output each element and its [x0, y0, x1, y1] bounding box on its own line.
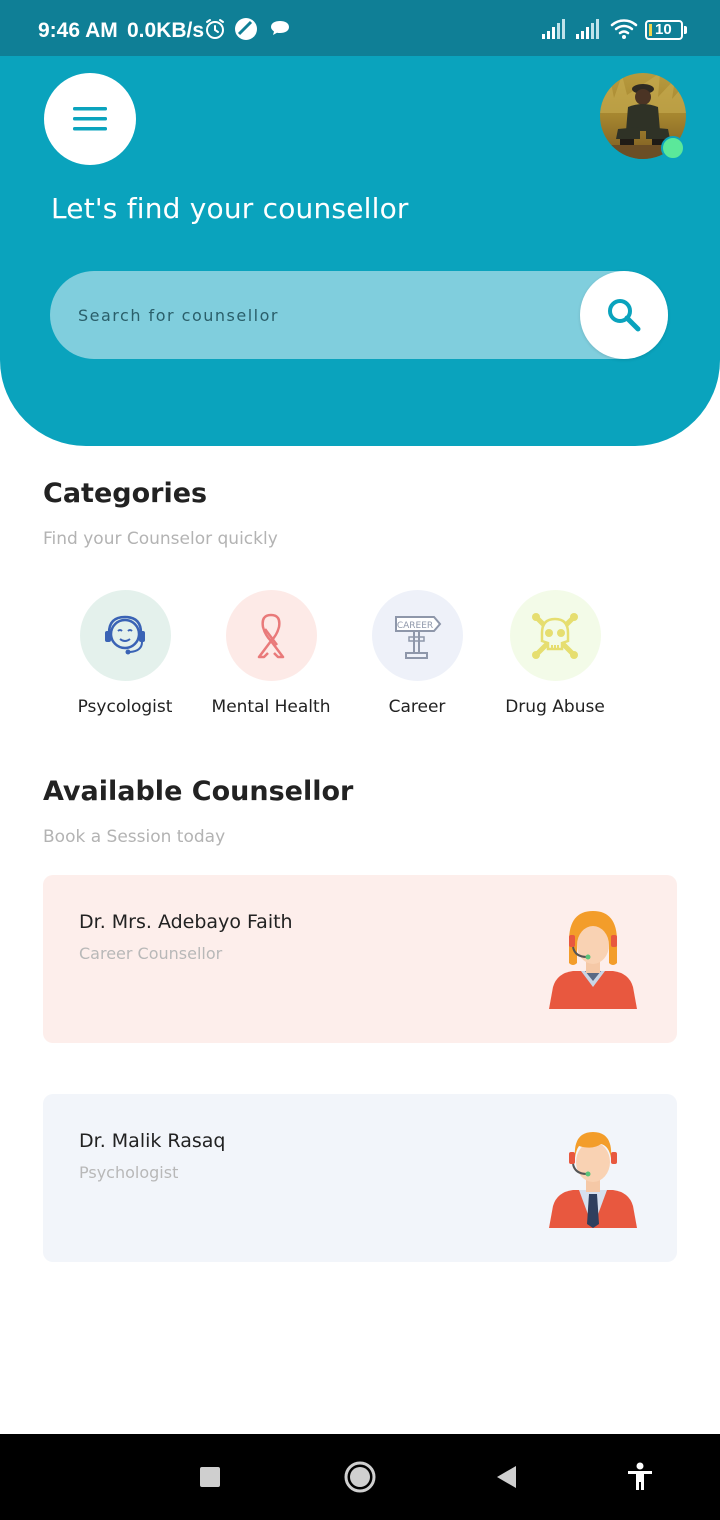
categories-subtitle: Find your Counselor quickly [43, 529, 278, 549]
male-counsellor-avatar-icon [549, 1132, 637, 1228]
alarm-icon [206, 19, 224, 39]
category-mental-health[interactable]: Mental Health [196, 590, 346, 717]
signal-icon [576, 19, 599, 39]
headset-person-icon [105, 615, 145, 654]
available-counsellor-title: Available Counsellor [43, 776, 354, 807]
circle-icon [344, 1461, 376, 1493]
system-navigation-bar [0, 1434, 720, 1520]
chat-icon [271, 21, 289, 35]
home-button[interactable] [325, 1434, 395, 1520]
status-bar: 9:46 AM 0.0KB/s 10 [0, 0, 720, 56]
battery-icon: 10 [645, 20, 687, 40]
female-counsellor-avatar-icon [549, 911, 637, 1009]
awareness-ribbon-icon [257, 613, 285, 658]
hamburger-menu-icon [73, 107, 107, 131]
signal-icon [542, 19, 565, 39]
category-circle: CAREER [371, 590, 463, 681]
category-circle [225, 590, 317, 681]
search-button[interactable] [580, 271, 668, 359]
square-icon [200, 1467, 220, 1487]
accessibility-button[interactable] [605, 1434, 675, 1520]
category-psycologist[interactable]: Psycologist [50, 590, 200, 717]
menu-button[interactable] [44, 73, 136, 165]
search-icon [608, 299, 641, 332]
search-bar [50, 271, 668, 359]
counsellor-card[interactable]: Dr. Malik Rasaq Psychologist [43, 1094, 677, 1262]
page-title: Let's find your counsellor [51, 192, 409, 225]
svg-text:CAREER: CAREER [397, 621, 433, 631]
category-label: Drug Abuse [505, 697, 605, 717]
categories-title: Categories [43, 478, 208, 509]
counsellor-role: Psychologist [79, 1163, 179, 1182]
counsellor-name: Dr. Mrs. Adebayo Faith [79, 911, 293, 933]
category-career[interactable]: CAREER Career [342, 590, 492, 717]
category-circle [79, 590, 171, 681]
battery-level: 10 [655, 21, 672, 38]
category-label: Psycologist [77, 697, 173, 717]
category-label: Mental Health [211, 697, 331, 717]
edge-icon [235, 18, 257, 40]
category-drug-abuse[interactable]: Drug Abuse [480, 590, 630, 717]
category-label: Career [388, 697, 446, 717]
status-speed: 0.0KB/s [127, 19, 205, 42]
search-input[interactable] [78, 271, 558, 359]
skull-crossbones-icon [532, 612, 578, 659]
category-circle [509, 590, 601, 681]
back-triangle-icon [497, 1466, 516, 1488]
counsellor-role: Career Counsellor [79, 944, 223, 963]
accessibility-icon [628, 1462, 652, 1490]
back-button[interactable] [471, 1434, 541, 1520]
wifi-icon [610, 19, 638, 39]
counsellor-name: Dr. Malik Rasaq [79, 1130, 226, 1152]
status-time: 9:46 AM [38, 19, 118, 42]
signpost-icon: CAREER [395, 615, 442, 659]
recent-apps-button[interactable] [175, 1434, 245, 1520]
online-status-dot [661, 136, 685, 160]
available-counsellor-subtitle: Book a Session today [43, 827, 226, 847]
counsellor-card[interactable]: Dr. Mrs. Adebayo Faith Career Counsellor [43, 875, 677, 1043]
